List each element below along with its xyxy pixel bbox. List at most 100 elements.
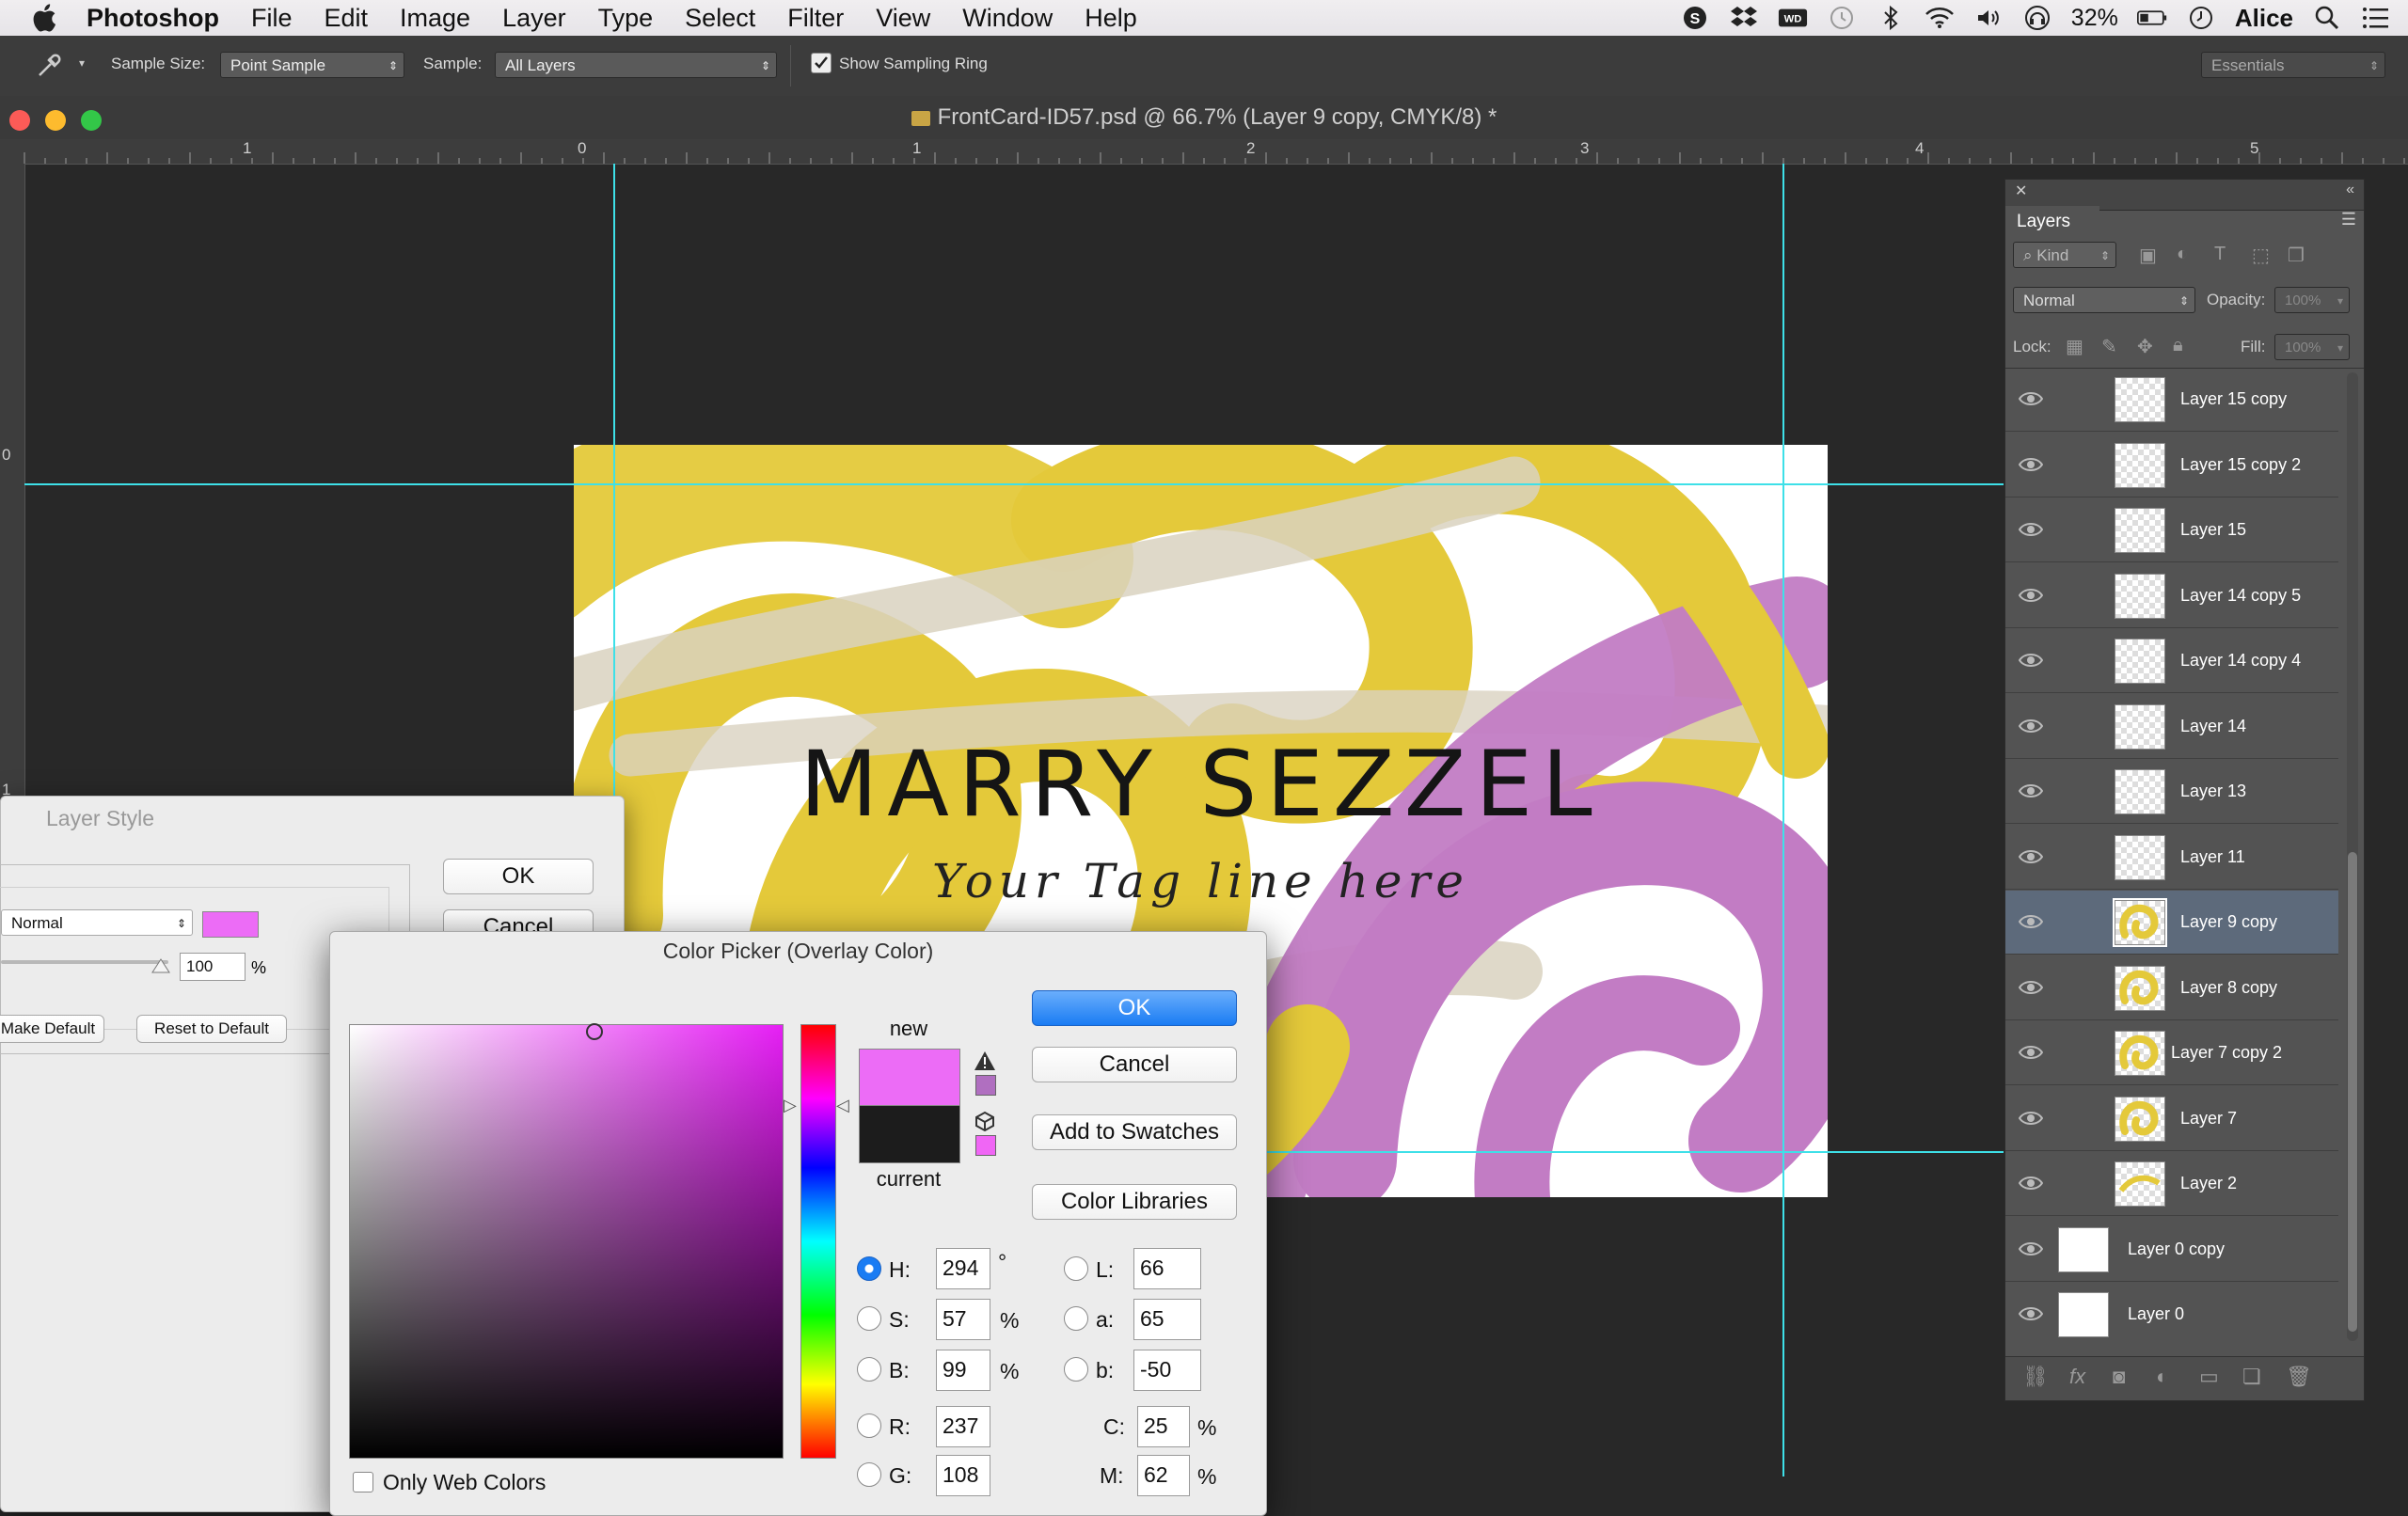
- battery-icon[interactable]: [2136, 5, 2167, 31]
- close-window-button[interactable]: [9, 110, 30, 131]
- volume-icon[interactable]: [1973, 5, 2004, 31]
- menu-app-name[interactable]: Photoshop: [87, 4, 219, 33]
- red-input[interactable]: 237: [936, 1406, 990, 1447]
- radio-lightness[interactable]: [1064, 1256, 1088, 1281]
- fx-icon[interactable]: fx: [2069, 1365, 2085, 1389]
- only-web-colors-checkbox[interactable]: [353, 1472, 373, 1492]
- lock-all-icon[interactable]: 🔒︎: [2173, 335, 2183, 356]
- lab-b-input[interactable]: -50: [1133, 1350, 1201, 1391]
- saturation-brightness-field[interactable]: [349, 1023, 784, 1459]
- visibility-eye-icon[interactable]: [2019, 846, 2043, 867]
- blend-mode-select[interactable]: Normal ⇕: [2013, 287, 2195, 313]
- hue-input[interactable]: 294: [936, 1248, 990, 1289]
- layer-thumbnail[interactable]: [2115, 834, 2165, 880]
- wifi-icon[interactable]: [1925, 5, 1955, 31]
- visibility-eye-icon[interactable]: [2019, 1239, 2043, 1259]
- visibility-eye-icon[interactable]: [2019, 781, 2043, 801]
- scrollbar-thumb[interactable]: [2348, 852, 2357, 1332]
- radio-saturation[interactable]: [857, 1306, 881, 1331]
- layer-row[interactable]: Layer 11: [2005, 826, 2338, 890]
- menu-edit[interactable]: Edit: [325, 4, 369, 33]
- layer-row[interactable]: Layer 7: [2005, 1087, 2338, 1151]
- filter-smart-object-icon[interactable]: ❐: [2288, 244, 2305, 267]
- menu-window[interactable]: Window: [962, 4, 1053, 33]
- brightness-input[interactable]: 99: [936, 1350, 990, 1391]
- new-group-icon[interactable]: ▭: [2199, 1365, 2219, 1389]
- visibility-eye-icon[interactable]: [2019, 977, 2043, 998]
- visibility-eye-icon[interactable]: [2019, 388, 2043, 409]
- color-picker-cancel-button[interactable]: Cancel: [1032, 1047, 1237, 1082]
- trash-icon[interactable]: 🗑︎: [2286, 1365, 2312, 1389]
- eyedropper-tool-icon[interactable]: [32, 49, 70, 86]
- adjustment-layer-icon[interactable]: ◐: [2156, 1365, 2168, 1389]
- layer-row[interactable]: Layer 14 copy 5: [2005, 564, 2338, 628]
- overlay-color-swatch[interactable]: [202, 911, 259, 938]
- layer-thumbnail[interactable]: [2058, 1226, 2109, 1272]
- visibility-eye-icon[interactable]: [2019, 454, 2043, 475]
- clock-icon[interactable]: [2186, 5, 2216, 31]
- layer-row[interactable]: Layer 7 copy 2: [2005, 1021, 2338, 1085]
- magenta-input[interactable]: 62: [1137, 1455, 1190, 1496]
- layer-row[interactable]: Layer 0 copy: [2005, 1218, 2338, 1282]
- visibility-eye-icon[interactable]: [2019, 911, 2043, 932]
- notification-center-icon[interactable]: [2361, 5, 2391, 31]
- layer-row[interactable]: Layer 14 copy 4: [2005, 629, 2338, 693]
- horizontal-ruler[interactable]: 1 0 1 2 3 4 5: [0, 139, 2408, 165]
- radio-lab-a[interactable]: [1064, 1306, 1088, 1331]
- layer-row[interactable]: Layer 15: [2005, 498, 2338, 562]
- saturation-input[interactable]: 57: [936, 1299, 990, 1340]
- add-mask-icon[interactable]: ◙: [2113, 1365, 2125, 1389]
- hue-slider[interactable]: [800, 1024, 836, 1459]
- green-input[interactable]: 108: [936, 1455, 990, 1496]
- radio-brightness[interactable]: [857, 1357, 881, 1382]
- out-of-gamut-warning-icon[interactable]: [974, 1050, 996, 1076]
- lock-position-icon[interactable]: ✥: [2137, 335, 2153, 358]
- filter-kind-select[interactable]: ⌕ Kind ⇕: [2013, 242, 2116, 268]
- guide-horizontal[interactable]: [1263, 1151, 2004, 1153]
- visibility-eye-icon[interactable]: [2019, 585, 2043, 606]
- color-libraries-button[interactable]: Color Libraries: [1032, 1184, 1237, 1220]
- menu-layer[interactable]: Layer: [502, 4, 566, 33]
- tab-layers[interactable]: Layers: [2005, 206, 2099, 238]
- menu-filter[interactable]: Filter: [787, 4, 844, 33]
- layer-row[interactable]: Layer 15 copy 2: [2005, 434, 2338, 497]
- layer-thumbnail[interactable]: [2115, 1096, 2165, 1142]
- color-picker-ok-button[interactable]: OK: [1032, 990, 1237, 1026]
- link-layers-icon[interactable]: ⛓: [2022, 1365, 2049, 1389]
- color-field-cursor[interactable]: [586, 1023, 603, 1040]
- layer-thumbnail[interactable]: [2115, 703, 2165, 750]
- user-name[interactable]: Alice: [2235, 4, 2293, 33]
- opacity-slider-handle[interactable]: [151, 958, 170, 978]
- layer-style-ok-button[interactable]: OK: [443, 859, 594, 894]
- lock-transparent-icon[interactable]: ▦: [2066, 335, 2083, 358]
- vertical-ruler[interactable]: 0 1: [0, 164, 25, 822]
- hue-slider-left-arrow-icon[interactable]: ▷: [784, 1096, 797, 1115]
- overlay-blend-mode-select[interactable]: Normal ⇕: [1, 909, 193, 936]
- filter-shape-icon[interactable]: ⬚: [2252, 244, 2270, 267]
- tool-preset-chevron-icon[interactable]: ▾: [79, 56, 85, 70]
- headset-icon[interactable]: [2022, 5, 2052, 31]
- apple-icon[interactable]: [30, 2, 62, 34]
- panel-menu-icon[interactable]: ☰: [2341, 210, 2356, 229]
- layer-thumbnail[interactable]: [2115, 1161, 2165, 1207]
- opacity-field[interactable]: 100% ▾: [2274, 287, 2350, 313]
- filter-pixel-icon[interactable]: ▣: [2139, 244, 2157, 267]
- layer-thumbnail[interactable]: [2115, 965, 2165, 1011]
- zoom-window-button[interactable]: [81, 110, 102, 131]
- guide-horizontal[interactable]: [24, 483, 2004, 485]
- spotlight-search-icon[interactable]: [2312, 5, 2342, 31]
- web-safe-cube-icon[interactable]: [974, 1111, 996, 1136]
- hue-slider-right-arrow-icon[interactable]: ◁: [836, 1096, 849, 1115]
- skype-icon[interactable]: S: [1680, 5, 1710, 31]
- visibility-eye-icon[interactable]: [2019, 1042, 2043, 1063]
- menu-type[interactable]: Type: [598, 4, 654, 33]
- menu-file[interactable]: File: [251, 4, 293, 33]
- reset-to-default-button[interactable]: Reset to Default: [136, 1015, 287, 1043]
- new-layer-icon[interactable]: ❏: [2242, 1365, 2261, 1389]
- visibility-eye-icon[interactable]: [2019, 1173, 2043, 1193]
- visibility-eye-icon[interactable]: [2019, 519, 2043, 540]
- layer-thumbnail[interactable]: [2113, 898, 2167, 947]
- fill-field[interactable]: 100% ▾: [2274, 334, 2350, 360]
- layer-thumbnail[interactable]: [2115, 1031, 2165, 1076]
- layer-row[interactable]: Layer 14: [2005, 695, 2338, 759]
